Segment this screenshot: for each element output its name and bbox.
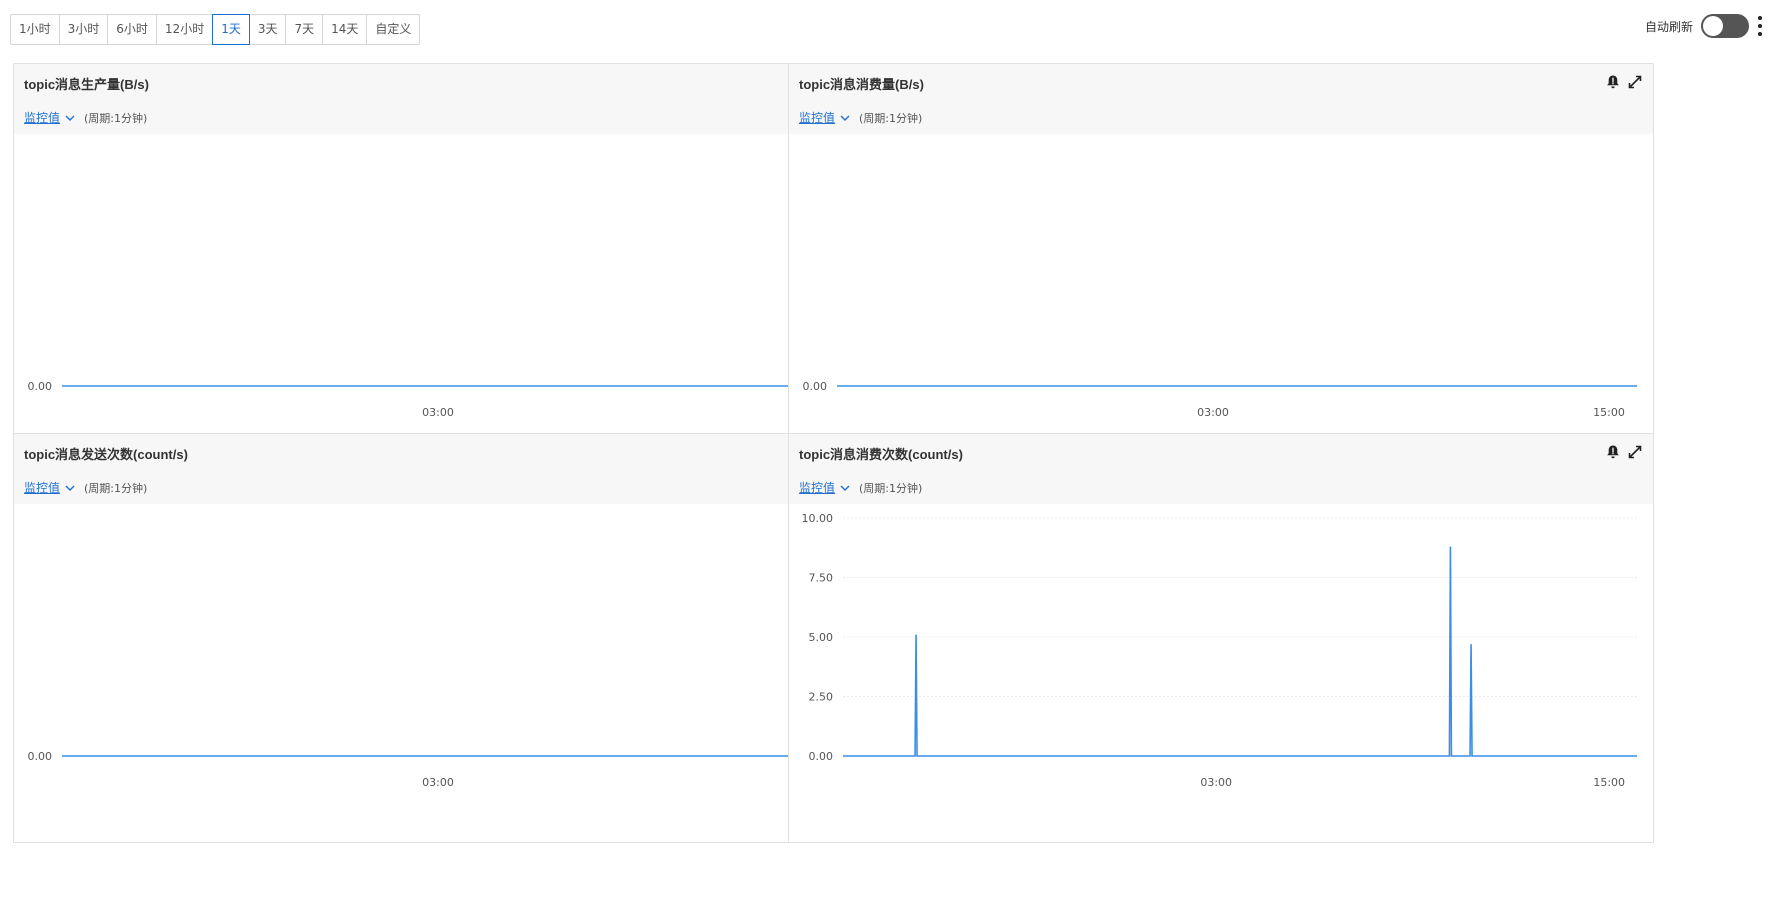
chart-panel: topic消息生产量(B/s)监控值(周期:1分钟)0.0003:0015:00 xyxy=(13,63,879,473)
y-tick-label: 0.00 xyxy=(803,380,828,393)
auto-refresh-toggle[interactable] xyxy=(1701,14,1749,38)
panel-title: topic消息消费量(B/s) xyxy=(799,77,924,92)
time-range-button[interactable]: 3小时 xyxy=(58,14,109,45)
alarm-bell-icon[interactable] xyxy=(1605,74,1621,90)
chart-area[interactable]: 0.00 2.50 5.00 7.50 10.00 03:00 15:00 xyxy=(789,504,1653,842)
toggle-knob xyxy=(1703,16,1723,36)
panel-title: topic消息消费次数(count/s) xyxy=(799,447,963,462)
time-range-button[interactable]: 1小时 xyxy=(10,14,60,45)
metric-selector[interactable]: 监控值 xyxy=(24,109,60,126)
expand-icon[interactable] xyxy=(1627,74,1643,90)
chevron-down-icon[interactable] xyxy=(839,482,851,494)
panel-subheader: 监控值 (周期:1分钟) xyxy=(24,479,147,496)
x-tick-label: 03:00 xyxy=(1200,776,1232,789)
expand-icon[interactable] xyxy=(1627,444,1643,460)
time-range-button[interactable]: 3天 xyxy=(248,14,287,45)
line-chart: 0.0003:0015:00 xyxy=(28,380,862,419)
chevron-down-icon[interactable] xyxy=(839,112,851,124)
panel-header: topic消息消费次数(count/s) 监控值 (周期:1分钟) xyxy=(789,434,1653,504)
chart-panel: topic消息发送次数(count/s) 监控值 (周期:1分钟) 0.00 03:00… xyxy=(13,433,879,843)
chart-area[interactable]: 0.0003:0015:00 xyxy=(14,504,878,842)
chart-panel: topic消息消费量(B/s) 监控值 (周期:1分钟) 0.00 03:00 15:00 xyxy=(788,63,1654,473)
y-tick-label: 10.00 xyxy=(802,512,834,525)
chart-area[interactable]: 0.00 03:00 15:00 xyxy=(789,134,1653,472)
chevron-down-icon[interactable] xyxy=(64,482,76,494)
period-label: (周期:1分钟) xyxy=(84,111,148,125)
y-tick-label: 0.00 xyxy=(28,750,53,763)
x-tick-label: 03:00 xyxy=(1197,406,1229,419)
panel-subheader: 监控值 (周期:1分钟) xyxy=(799,109,922,126)
y-tick-label: 0.00 xyxy=(809,750,834,763)
time-range-button[interactable]: 1天 xyxy=(212,14,250,45)
panel-header: topic消息发送次数(count/s) 监控值 (周期:1分钟) xyxy=(14,434,878,504)
line-chart: 0.00 2.50 5.00 7.50 10.00 03:00 15:00 xyxy=(802,512,1637,789)
period-label: (周期:1分钟) xyxy=(859,481,923,495)
panel-subheader: 监控值 (周期:1分钟) xyxy=(799,479,922,496)
panel-actions xyxy=(1605,444,1643,460)
y-tick-label: 2.50 xyxy=(809,691,834,704)
y-tick-label: 7.50 xyxy=(809,572,834,585)
time-range-button[interactable]: 自定义 xyxy=(366,14,421,45)
y-tick-label: 5.00 xyxy=(809,631,834,644)
panel-subheader: 监控值 (周期:1分钟) xyxy=(24,109,147,126)
x-tick-label: 15:00 xyxy=(1593,776,1625,789)
period-label: (周期:1分钟) xyxy=(859,111,923,125)
panel-header: topic消息消费量(B/s) 监控值 (周期:1分钟) xyxy=(789,64,1653,134)
metric-selector[interactable]: 监控值 xyxy=(799,479,835,496)
y-tick-label: 0.00 xyxy=(28,380,53,393)
panel-actions xyxy=(1605,74,1643,90)
panel-title: topic消息生产量(B/s) xyxy=(24,77,149,92)
chart-panel: topic消息消费次数(count/s) 监控值 (周期:1分钟) 0.00 2.50 5… xyxy=(788,433,1654,843)
time-range-selector: 1小时 3小时 6小时 12小时 1天 3天 7天 14天 自定义 xyxy=(10,14,421,45)
panel-title: topic消息发送次数(count/s) xyxy=(24,447,188,462)
auto-refresh-label: 自动刷新 xyxy=(1644,19,1693,34)
more-options-icon[interactable] xyxy=(1757,16,1763,36)
chart-area[interactable]: 0.0003:0015:00 xyxy=(14,134,878,472)
time-range-button[interactable]: 7天 xyxy=(285,14,324,45)
chevron-down-icon[interactable] xyxy=(64,112,76,124)
metric-selector[interactable]: 监控值 xyxy=(799,109,835,126)
panel-header: topic消息生产量(B/s) 监控值 (周期:1分钟) xyxy=(14,64,878,134)
x-tick-label: 03:00 xyxy=(422,776,454,789)
time-range-button[interactable]: 6小时 xyxy=(107,14,157,45)
time-range-button[interactable]: 14天 xyxy=(322,14,368,45)
x-tick-label: 03:00 xyxy=(422,406,454,419)
x-tick-label: 15:00 xyxy=(1593,406,1625,419)
period-label: (周期:1分钟) xyxy=(84,481,148,495)
auto-refresh-control: 自动刷新 xyxy=(1645,14,1763,38)
line-chart: 0.0003:0015:00 xyxy=(28,750,862,789)
time-range-button[interactable]: 12小时 xyxy=(155,14,214,45)
metric-selector[interactable]: 监控值 xyxy=(24,479,60,496)
line-chart: 0.00 03:00 15:00 xyxy=(803,380,1637,419)
alarm-bell-icon[interactable] xyxy=(1605,444,1621,460)
